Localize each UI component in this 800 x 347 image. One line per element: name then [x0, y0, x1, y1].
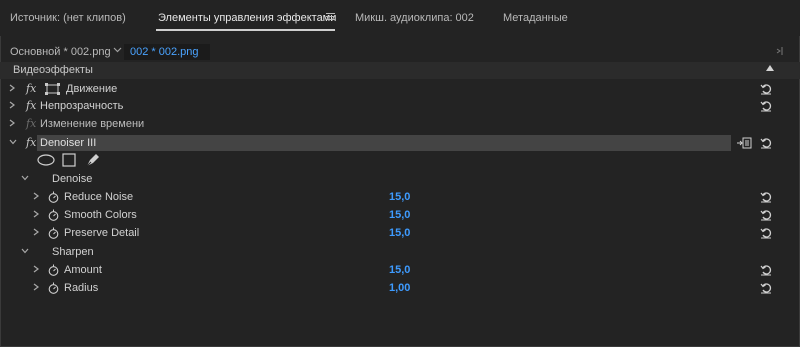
tab-source[interactable]: Источник: (нет клипов) [10, 12, 126, 24]
chevron-right-icon[interactable] [8, 118, 16, 128]
chevron-right-icon[interactable] [32, 264, 40, 274]
chevron-right-icon[interactable] [8, 100, 16, 110]
reset-icon[interactable] [760, 191, 772, 203]
ellipse-mask-icon[interactable] [37, 154, 55, 169]
transform-icon[interactable] [45, 83, 61, 98]
reset-icon[interactable] [760, 100, 772, 112]
fx-toggle-icon[interactable]: fx [26, 136, 36, 149]
panel-menu-icon[interactable] [326, 13, 335, 21]
chevron-right-icon[interactable] [32, 209, 40, 219]
video-effects-title: Видеоэффекты [13, 64, 93, 76]
effect-label: Движение [66, 83, 118, 95]
group-row-denoise[interactable]: Denoise [0, 170, 780, 188]
fx-toggle-icon[interactable]: fx [26, 82, 36, 95]
param-label: Preserve Detail [64, 227, 140, 239]
stopwatch-icon[interactable] [48, 209, 59, 221]
effect-label: Denoiser III [40, 137, 97, 149]
tab-bar: Источник: (нет клипов) Элементы управлен… [0, 0, 800, 36]
effect-row-motion[interactable]: fx Движение [0, 80, 780, 98]
group-label: Sharpen [52, 246, 94, 258]
param-value[interactable]: 15,0 [389, 227, 410, 239]
tab-audio-clip-mixer[interactable]: Микш. аудиоклипа: 002 [355, 12, 474, 24]
param-label: Smooth Colors [64, 209, 137, 221]
param-label: Amount [64, 264, 102, 276]
stopwatch-icon[interactable] [48, 282, 59, 294]
reset-icon[interactable] [760, 137, 772, 149]
param-row-smooth-colors[interactable]: Smooth Colors 15,0 [0, 206, 780, 224]
chevron-right-icon[interactable] [32, 282, 40, 292]
selected-clip-label[interactable]: 002 * 002.png [130, 46, 199, 58]
reset-icon[interactable] [760, 83, 772, 95]
group-label: Denoise [52, 173, 93, 185]
effect-options-icon[interactable] [737, 137, 752, 152]
effect-row-opacity[interactable]: fx Непрозрачность [0, 97, 780, 115]
effect-row-time-remapping[interactable]: fx Изменение времени [0, 115, 780, 133]
param-row-radius[interactable]: Radius 1,00 [0, 279, 780, 297]
collapse-up-icon[interactable] [766, 65, 774, 71]
param-row-preserve-detail[interactable]: Preserve Detail 15,0 [0, 224, 780, 242]
reset-icon[interactable] [760, 282, 772, 294]
active-tab-underline [156, 29, 335, 31]
rectangle-mask-icon[interactable] [62, 153, 76, 170]
pen-mask-icon[interactable] [85, 152, 101, 171]
param-row-reduce-noise[interactable]: Reduce Noise 15,0 [0, 188, 780, 206]
stopwatch-icon[interactable] [48, 264, 59, 276]
param-label: Reduce Noise [64, 191, 134, 203]
reset-icon[interactable] [760, 209, 772, 221]
effect-name-bar[interactable]: Denoiser III [37, 135, 731, 151]
effect-label: Изменение времени [40, 118, 145, 130]
chevron-down-icon[interactable] [113, 45, 122, 57]
chevron-right-icon[interactable] [32, 227, 40, 237]
chevron-down-icon[interactable] [8, 137, 17, 147]
tab-metadata[interactable]: Метаданные [503, 12, 568, 24]
tab-effect-controls[interactable]: Элементы управления эффектами [158, 12, 336, 24]
param-label: Radius [64, 282, 99, 294]
video-effects-header: Видеоэффекты [0, 62, 800, 79]
stopwatch-icon[interactable] [48, 227, 59, 239]
chevron-right-icon[interactable] [8, 83, 16, 93]
param-value[interactable]: 1,00 [389, 282, 410, 294]
param-value[interactable]: 15,0 [389, 209, 410, 221]
fx-toggle-icon: fx [26, 117, 37, 130]
panel-resize-icon[interactable] [775, 46, 785, 59]
fx-toggle-icon[interactable]: fx [26, 99, 36, 112]
reset-icon[interactable] [760, 227, 772, 239]
param-row-amount[interactable]: Amount 15,0 [0, 261, 780, 279]
param-value[interactable]: 15,0 [389, 264, 410, 276]
chevron-right-icon[interactable] [32, 191, 40, 201]
chevron-down-icon[interactable] [20, 246, 29, 256]
reset-icon[interactable] [760, 264, 772, 276]
chevron-down-icon[interactable] [20, 173, 29, 183]
effect-label: Непрозрачность [40, 100, 124, 112]
stopwatch-icon[interactable] [48, 191, 59, 203]
master-clip-label[interactable]: Основной * 002.png [10, 46, 111, 58]
group-row-sharpen[interactable]: Sharpen [0, 243, 780, 261]
param-value[interactable]: 15,0 [389, 191, 410, 203]
